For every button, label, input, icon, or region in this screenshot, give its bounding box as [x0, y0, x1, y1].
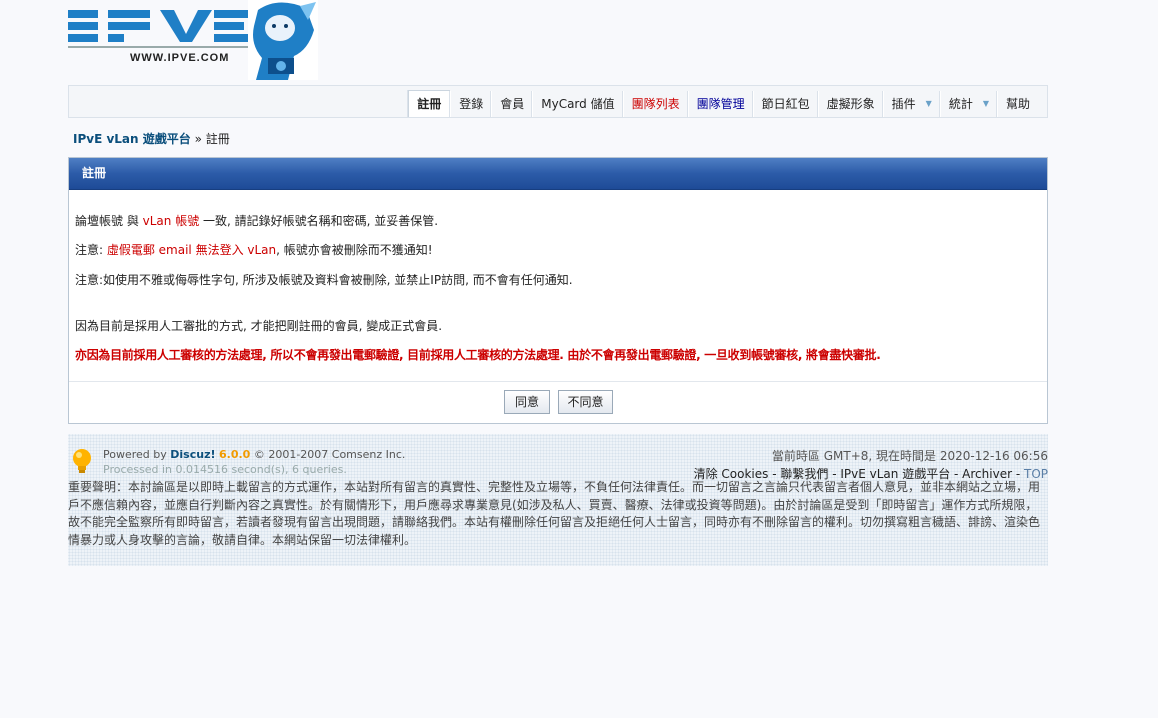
breadcrumb-home-link[interactable]: IPvE vLan 遊戲平台 — [73, 132, 191, 146]
register-panel: 註冊 論壇帳號 與 vLan 帳號 一致, 請記錄好帳號名稱和密碼, 並妥善保管… — [68, 157, 1048, 424]
breadcrumb-current: 註冊 — [205, 132, 230, 146]
nav-item-7[interactable]: 虛擬形象 — [817, 91, 883, 117]
nav-item-8[interactable]: 插件 ▼ — [882, 91, 940, 117]
manual-review-notice: 亦因為目前採用人工審核的方法處理, 所以不會再發出電郵驗證, 目前採用人工審核的… — [75, 348, 881, 362]
breadcrumb-separator: » — [194, 132, 202, 146]
nav-item-label: 團隊列表 — [631, 97, 680, 111]
footer: Powered by Discuz! 6.0.0 © 2001-2007 Com… — [68, 434, 1048, 566]
conduct-warning: 注意:如使用不雅或侮辱性字句, 所涉及帳號及資料會被刪除, 並禁止IP訪問, 而… — [75, 273, 573, 287]
button-row: 同意 不同意 — [69, 381, 1047, 424]
chevron-down-icon: ▼ — [982, 99, 989, 108]
account-notice: 論壇帳號 與 vLan 帳號 一致, 請記錄好帳號名稱和密碼, 並妥善保管. — [75, 214, 439, 228]
nav-item-label: 統計 — [948, 97, 973, 111]
logo-url-text: WWW.IPVE.COM — [130, 52, 230, 64]
nav-item-label: 節日紅包 — [761, 97, 810, 111]
nav-item-0[interactable]: 註冊 — [408, 90, 451, 117]
breadcrumb: IPvE vLan 遊戲平台 » 註冊 — [73, 130, 230, 147]
nav-item-label: 團隊管理 — [696, 97, 745, 111]
approval-notice: 因為目前是採用人工審批的方式, 才能把剛註冊的會員, 變成正式會員. — [75, 319, 443, 333]
nav-item-5[interactable]: 團隊管理 — [687, 91, 753, 117]
discuz-link[interactable]: Discuz! — [170, 448, 215, 461]
main-nav: 註冊 登錄 會員 MyCard 儲值 團隊列表 團隊管理 節日紅包 虛擬形象 插件 ▼ 統計 ▼ 幫助 — [68, 85, 1048, 118]
current-time: 當前時區 GMT+8, 現在時間是 2020-12-16 06:56 — [771, 449, 1048, 463]
disagree-button[interactable]: 不同意 — [558, 390, 613, 414]
agree-button[interactable]: 同意 — [504, 390, 550, 414]
nav-item-2[interactable]: 會員 — [491, 91, 532, 117]
site-logo[interactable]: WWW.IPVE.COM — [68, 0, 318, 80]
nav-item-6[interactable]: 節日紅包 — [752, 91, 818, 117]
mascot-icon — [248, 0, 318, 80]
lightbulb-icon — [73, 449, 91, 473]
nav-item-label: 會員 — [500, 97, 525, 111]
powered-by: Powered by Discuz! 6.0.0 © 2001-2007 Com… — [103, 448, 406, 461]
chevron-down-icon: ▼ — [925, 99, 932, 108]
nav-item-label: 虛擬形象 — [826, 97, 875, 111]
nav-item-10[interactable]: 幫助 — [996, 91, 1038, 117]
nav-item-label: MyCard 儲值 — [541, 97, 615, 111]
nav-item-4[interactable]: 團隊列表 — [622, 91, 688, 117]
nav-item-label: 幫助 — [1005, 97, 1030, 111]
legal-disclaimer: 重要聲明：本討論區是以即時上載留言的方式運作，本站對所有留言的真實性、完整性及立… — [68, 480, 1041, 547]
nav-item-3[interactable]: MyCard 儲值 — [532, 91, 622, 117]
nav-item-label: 登錄 — [459, 97, 484, 111]
panel-title: 註冊 — [69, 158, 1047, 190]
nav-item-9[interactable]: 統計 ▼ — [939, 91, 997, 117]
nav-item-1[interactable]: 登錄 — [450, 91, 491, 117]
nav-item-label: 註冊 — [417, 97, 442, 111]
processed-stats: Processed in 0.014516 second(s), 6 queri… — [103, 463, 347, 476]
nav-item-label: 插件 — [891, 97, 916, 111]
logo-wordmark-icon — [68, 10, 248, 48]
email-warning: 注意: 虛假電郵 email 無法登入 vLan, 帳號亦會被刪除而不獲通知! — [75, 243, 433, 257]
